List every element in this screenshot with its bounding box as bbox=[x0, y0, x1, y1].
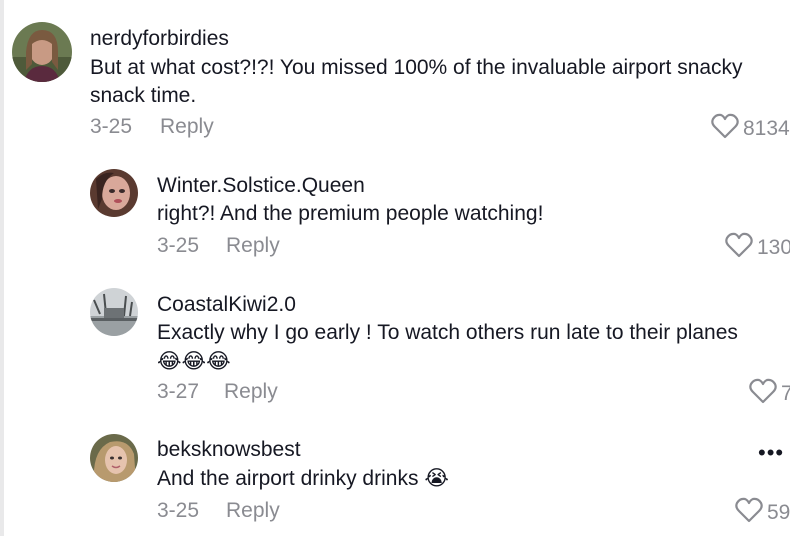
like-button[interactable]: 8134 bbox=[711, 113, 790, 144]
reply-button[interactable]: Reply bbox=[160, 115, 214, 139]
more-options-icon[interactable]: ••• bbox=[758, 440, 784, 466]
comment-username[interactable]: nerdyforbirdies bbox=[90, 27, 229, 51]
comment-username[interactable]: beksknowsbest bbox=[157, 438, 301, 462]
laughing-emoji: 😂😂😂 bbox=[157, 349, 231, 373]
like-count: 7 bbox=[781, 381, 790, 405]
comment-text-body: Exactly why I go early ! To watch others… bbox=[157, 321, 738, 344]
heart-icon bbox=[735, 497, 763, 528]
avatar[interactable] bbox=[90, 288, 138, 336]
reply-button[interactable]: Reply bbox=[226, 234, 280, 258]
comment-text: Exactly why I go early ! To watch others… bbox=[157, 319, 782, 376]
comment-item: beksknowsbest ••• And the airport drinky… bbox=[0, 420, 790, 536]
heart-icon bbox=[725, 232, 753, 263]
comment-username[interactable]: Winter.Solstice.Queen bbox=[157, 174, 365, 198]
comment-date: 3-25 bbox=[157, 499, 200, 522]
comment-date: 3-27 bbox=[157, 380, 200, 403]
comment-text-body: And the airport drinky drinks bbox=[157, 467, 419, 490]
reply-button[interactable]: Reply bbox=[224, 380, 278, 404]
like-count: 59 bbox=[767, 500, 790, 524]
avatar[interactable] bbox=[90, 434, 138, 482]
crying-emoji: 😭 bbox=[424, 466, 449, 490]
comment-text: right?! And the premium people watching! bbox=[157, 202, 544, 225]
avatar[interactable] bbox=[90, 169, 138, 217]
comment-item: CoastalKiwi2.0 Exactly why I go early ! … bbox=[0, 270, 790, 420]
comment-item: nerdyforbirdies But at what cost?!?! You… bbox=[0, 0, 790, 150]
comment-text: But at what cost?!?! You missed 100% of … bbox=[90, 56, 743, 107]
comment-date: 3-25 bbox=[157, 234, 200, 257]
like-count: 130 bbox=[757, 235, 790, 259]
heart-icon bbox=[711, 113, 739, 144]
heart-icon bbox=[749, 378, 777, 409]
comment-item: Winter.Solstice.Queen right?! And the pr… bbox=[0, 150, 790, 270]
comment-username[interactable]: CoastalKiwi2.0 bbox=[157, 293, 296, 317]
comment-date: 3-25 bbox=[90, 115, 133, 138]
like-count: 8134 bbox=[743, 116, 790, 140]
like-button[interactable]: 7 bbox=[749, 378, 790, 409]
comment-text: And the airport drinky drinks 😭 bbox=[157, 464, 777, 493]
like-button[interactable]: 130 bbox=[725, 232, 790, 263]
like-button[interactable]: 59 bbox=[735, 497, 790, 528]
reply-button[interactable]: Reply bbox=[226, 499, 280, 523]
avatar[interactable] bbox=[12, 22, 72, 82]
